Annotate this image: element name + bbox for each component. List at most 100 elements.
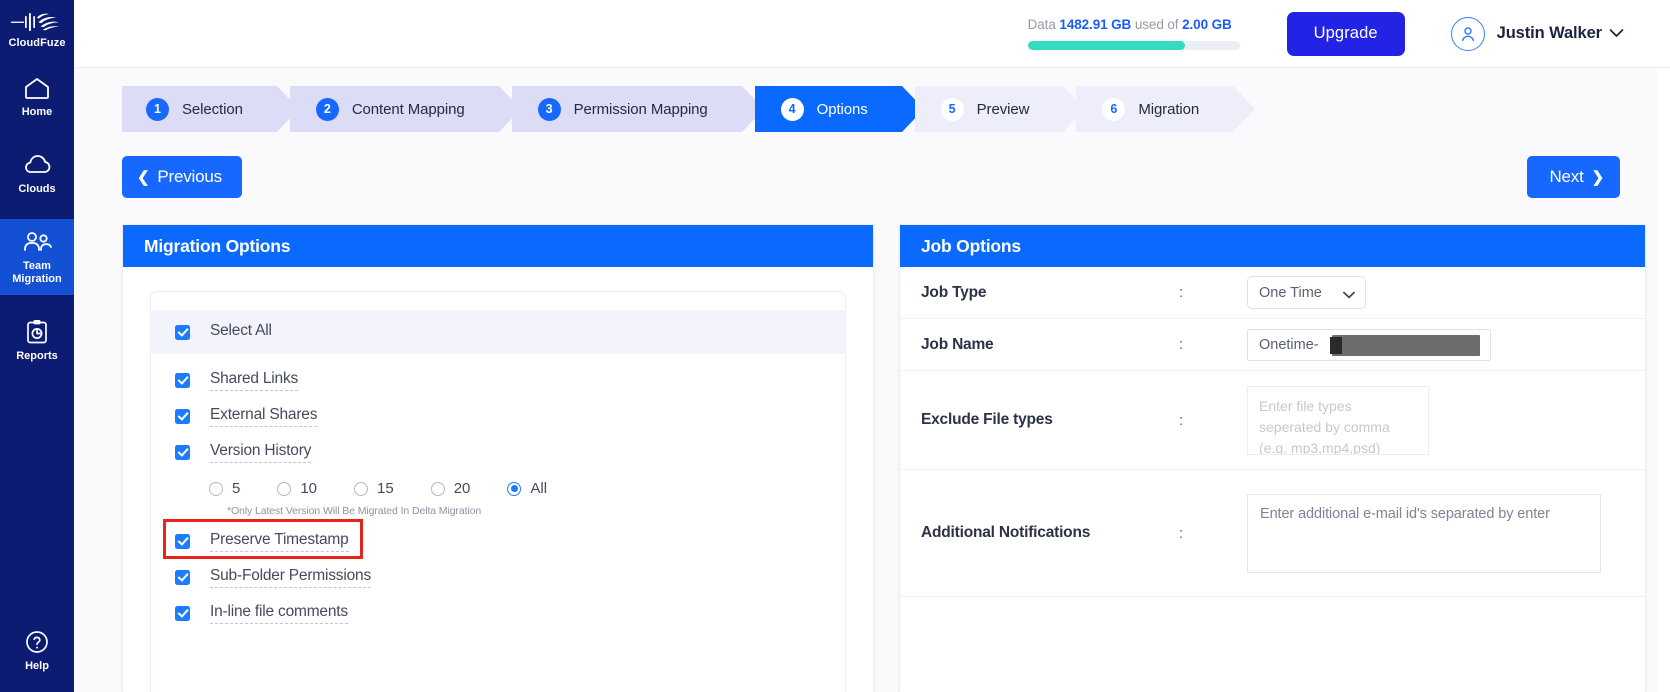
checkbox-external-shares[interactable] (175, 408, 190, 424)
step-permission-mapping[interactable]: 3 Permission Mapping (511, 86, 764, 132)
sidebar-item-reports[interactable]: Reports (0, 309, 74, 372)
step-label-content-mapping: Content Mapping (351, 100, 465, 118)
sidebar-item-label-reports: Reports (16, 350, 58, 362)
option-preserve-timestamp[interactable]: Preserve Timestamp (151, 519, 845, 559)
step-number-5: 5 (940, 97, 964, 121)
brand[interactable]: CloudFuze (0, 0, 74, 49)
option-label-external-shares: External Shares (210, 406, 317, 427)
user-name: Justin Walker (1496, 24, 1602, 42)
user-menu[interactable]: Justin Walker (1450, 16, 1624, 51)
option-sub-folder-permissions[interactable]: Sub-Folder Permissions (151, 559, 845, 595)
user-avatar-icon (1450, 16, 1485, 51)
option-label-version-history: Version History (210, 442, 311, 463)
cloud-icon (22, 152, 52, 178)
job-row-additional-notifications: Additional Notifications : Enter additio… (900, 470, 1645, 597)
additional-notifications-separator: : (1179, 524, 1184, 542)
checkbox-preserve-timestamp[interactable] (175, 533, 190, 549)
chevron-left-icon: ❮ (137, 169, 150, 186)
radio-dot-5 (209, 481, 223, 496)
job-options-body: Job Type : One TimeDeltaScheduled (900, 267, 1645, 692)
storage-used-value: 1482.91 GB (1059, 17, 1132, 32)
radio-dot-15 (354, 481, 369, 496)
option-label-select-all: Select All (210, 322, 272, 339)
upgrade-button[interactable]: Upgrade (1286, 11, 1405, 56)
checkbox-sub-folder-permissions[interactable] (175, 569, 190, 585)
step-migration[interactable]: 6 Migration (1076, 86, 1255, 132)
next-button-label: Next (1549, 167, 1584, 186)
option-label-shared-links: Shared Links (210, 370, 298, 391)
step-preview[interactable]: 5 Preview (914, 86, 1085, 132)
exclude-file-types-label: Exclude File types (921, 411, 1053, 428)
next-button[interactable]: Next ❯ (1527, 156, 1620, 198)
version-history-note: *Only Latest Version Will Be Migrated In… (227, 505, 482, 517)
wizard-stepper: 1 Selection 2 Content Mapping 3 Permissi… (122, 86, 1255, 132)
radio-label-10: 10 (300, 480, 318, 497)
main-area: Data 1482.91 GB used of 2.00 GB Upgrade (74, 0, 1670, 692)
checkbox-select-all[interactable] (175, 324, 190, 340)
version-history-radio-group: 5 10 15 20 All (151, 470, 845, 499)
home-icon (23, 75, 51, 101)
option-inline-file-comments[interactable]: In-line file comments (151, 595, 845, 631)
chevron-right-icon: ❯ (1591, 169, 1605, 186)
storage-usage-text: Data 1482.91 GB used of 2.00 GB (1027, 17, 1232, 32)
radio-version-15[interactable]: 15 (354, 480, 394, 497)
option-version-history[interactable]: Version History (151, 434, 845, 470)
previous-button-label: Previous (157, 167, 222, 186)
job-row-job-name: Job Name : Onetime- (900, 319, 1645, 371)
sidebar-item-label-team-migration: Team Migration (12, 260, 62, 285)
sidebar-item-clouds[interactable]: Clouds (0, 142, 74, 205)
step-selection[interactable]: 1 Selection (122, 86, 299, 132)
users-icon (21, 229, 53, 255)
radio-version-10[interactable]: 10 (277, 480, 317, 497)
step-number-3: 3 (537, 97, 561, 121)
additional-notifications-input[interactable]: Enter additional e-mail id's separated b… (1247, 493, 1601, 573)
wizard-nav-buttons: ❮ Previous Next ❯ (122, 156, 1620, 202)
option-label-sub-folder-permissions: Sub-Folder Permissions (210, 567, 371, 588)
job-type-label: Job Type (921, 283, 987, 301)
sidebar-item-home[interactable]: Home (0, 65, 74, 128)
previous-button[interactable]: ❮ Previous (122, 156, 242, 198)
checkbox-version-history[interactable] (175, 444, 190, 460)
radio-label-5: 5 (232, 480, 241, 497)
step-number-6: 6 (1102, 97, 1126, 121)
sidebar-item-team-migration[interactable]: Team Migration (0, 219, 74, 295)
job-type-select[interactable]: One TimeDeltaScheduled (1247, 276, 1366, 309)
top-header: Data 1482.91 GB used of 2.00 GB Upgrade (74, 0, 1670, 68)
step-number-1: 1 (146, 97, 169, 121)
sidebar-item-help[interactable]: Help (0, 619, 74, 682)
job-type-separator: : (1179, 284, 1184, 301)
option-external-shares[interactable]: External Shares (151, 398, 845, 434)
radio-dot-all (507, 481, 522, 496)
storage-usage-bar (1027, 41, 1240, 50)
sidebar-item-label-help: Help (25, 660, 49, 672)
storage-usage: Data 1482.91 GB used of 2.00 GB (1027, 17, 1243, 50)
step-label-permission-mapping: Permission Mapping (573, 100, 708, 118)
job-type-select-wrapper: One TimeDeltaScheduled (1247, 276, 1366, 309)
options-panels: Migration Options Select All Shared Link… (122, 224, 1658, 692)
radio-version-20[interactable]: 20 (430, 480, 470, 497)
exclude-file-types-input[interactable]: Enter file types seperated by comma (e.g… (1247, 385, 1429, 455)
job-name-input[interactable]: Onetime- (1247, 328, 1491, 361)
option-select-all[interactable]: Select All (151, 310, 845, 354)
exclude-file-types-field: Enter file types seperated by comma (e.g… (1247, 385, 1645, 455)
sidebar-item-label-clouds: Clouds (18, 183, 56, 195)
exclude-file-types-separator: : (1179, 411, 1184, 429)
migration-options-title: Migration Options (123, 225, 873, 267)
job-options-panel: Job Options Job Type : One TimeDeltaSche… (899, 224, 1646, 692)
chevron-down-icon[interactable] (1609, 25, 1624, 43)
step-number-4: 4 (780, 97, 804, 121)
redaction-bar (1330, 334, 1480, 356)
checkbox-shared-links[interactable] (175, 372, 190, 388)
sidebar: CloudFuze Home Clouds Team Migration Rep… (0, 0, 74, 692)
step-label-migration: Migration (1138, 100, 1200, 118)
additional-notifications-field: Enter additional e-mail id's separated b… (1247, 493, 1645, 573)
radio-version-5[interactable]: 5 (209, 480, 240, 497)
radio-version-all[interactable]: All (507, 480, 547, 497)
checkbox-inline-file-comments[interactable] (175, 605, 190, 621)
additional-notifications-label: Additional Notifications (921, 524, 1091, 541)
radio-dot-20 (430, 481, 445, 496)
step-content-mapping[interactable]: 2 Content Mapping (289, 86, 521, 132)
step-options[interactable]: 4 Options (754, 86, 924, 132)
migration-options-body: Select All Shared Links External Shares (123, 267, 873, 692)
option-shared-links[interactable]: Shared Links (151, 362, 845, 398)
